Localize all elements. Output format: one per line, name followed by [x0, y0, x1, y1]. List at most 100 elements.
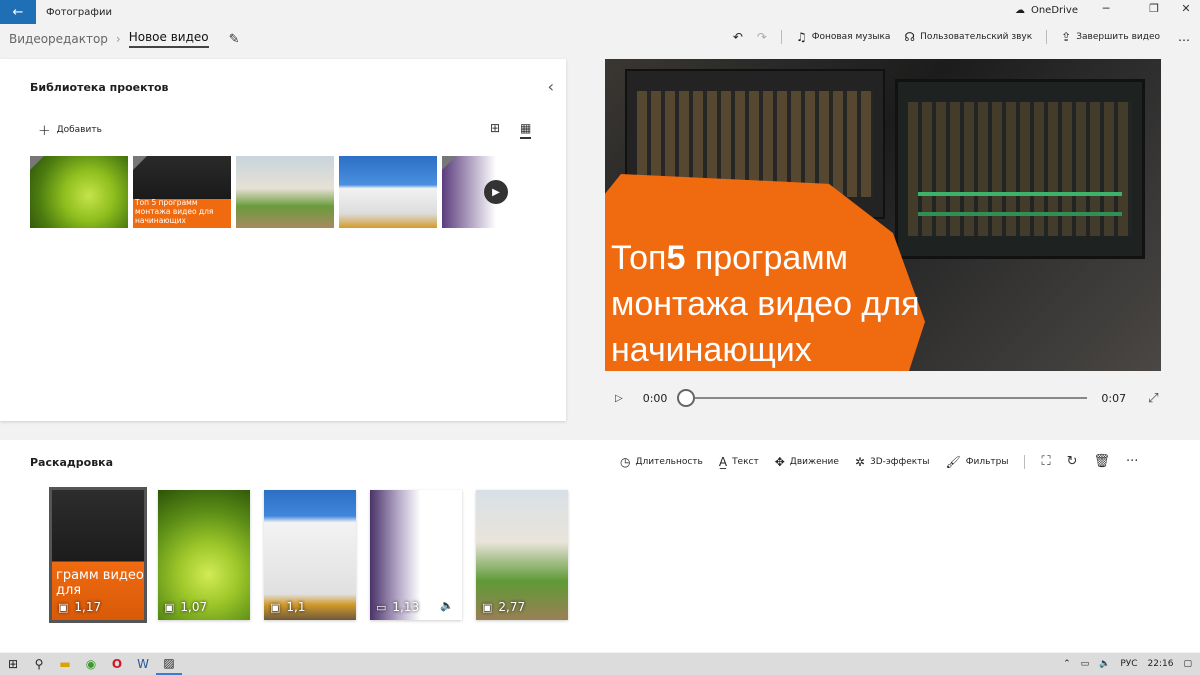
storyboard-clip[interactable]: ▣ 1,1 [264, 490, 356, 620]
breadcrumb-root[interactable]: Видеоредактор [9, 32, 108, 46]
torrent-client-icon[interactable]: ◉ [78, 653, 104, 675]
current-time: 0:00 [642, 391, 668, 405]
project-library-panel: Библиотека проектов ‹ + Добавить ⊞ ▦ Топ… [0, 59, 566, 421]
app-title: Фотографии [46, 6, 112, 18]
delete-icon[interactable]: 🗑 [1094, 454, 1111, 469]
minimize-icon[interactable]: ─ [1096, 2, 1116, 15]
back-button[interactable]: ← [0, 0, 36, 24]
clip-duration: ▣ 1,17 [58, 600, 101, 614]
large-grid-view-icon[interactable]: ⊞ [490, 121, 500, 135]
storyboard-title: Раскадровка [30, 456, 114, 469]
more-options-icon[interactable]: … [1178, 30, 1190, 44]
preview-title-text: Топ5 программ монтажа видео для начинающ… [611, 235, 920, 371]
motion-button[interactable]: ✥ Движение [775, 455, 839, 469]
small-grid-view-icon[interactable]: ▦ [520, 121, 532, 139]
player-controls: ▷ 0:00 0:07 ⤢ [605, 384, 1161, 412]
used-marker [442, 156, 456, 170]
divider [1024, 454, 1026, 469]
finish-video-button[interactable]: ⇪ Завершить видео [1061, 30, 1160, 44]
chevron-up-icon[interactable]: ⌃ [1063, 659, 1071, 669]
3d-effects-button[interactable]: ✲ 3D-эффекты [855, 455, 930, 469]
share-icon: ⇪ [1061, 30, 1072, 44]
chevron-right-icon: › [115, 32, 121, 46]
library-item[interactable]: Топ 5 программ монтажа видео для начинаю… [133, 156, 231, 228]
plus-icon: + [38, 121, 51, 139]
brush-icon: 🖌 [945, 454, 961, 469]
video-preview[interactable]: Топ5 программ монтажа видео для начинающ… [605, 59, 1161, 371]
library-item-caption: Топ 5 программ монтажа видео для начинаю… [135, 198, 214, 225]
library-item[interactable]: ▶ [442, 156, 550, 228]
custom-audio-label: Пользовательский звук [920, 32, 1033, 42]
clip-duration-value: 1,07 [180, 600, 208, 614]
storyboard-clip[interactable]: ▣ 1,07 [158, 490, 250, 620]
clock[interactable]: 22:16 [1148, 659, 1174, 669]
more-options-icon[interactable]: ··· [1126, 454, 1138, 469]
total-time: 0:07 [1101, 391, 1127, 405]
cloud-icon: ☁ [1014, 5, 1025, 16]
volume-icon[interactable]: 🔈 [1099, 659, 1110, 669]
play-icon: ▶ [484, 180, 508, 204]
play-icon[interactable]: ▷ [615, 393, 623, 404]
breadcrumb-current: Новое видео [128, 30, 209, 48]
library-title: Библиотека проектов [30, 81, 169, 94]
clip-duration-value: 1,13 [392, 600, 420, 614]
speaker-icon: 🔈 [440, 599, 454, 612]
text-icon: A̲ [718, 454, 728, 469]
seek-bar[interactable] [677, 389, 1088, 407]
undo-icon[interactable]: ↶ [733, 30, 743, 44]
duration-label: Длительность [635, 456, 703, 467]
text-button[interactable]: A̲ Текст [719, 455, 759, 469]
onedrive-status[interactable]: ☁ OneDrive [1015, 5, 1078, 16]
collapse-chevron-icon[interactable]: ‹ [548, 77, 554, 96]
maximize-icon[interactable]: ❐ [1144, 2, 1164, 15]
decor [918, 192, 1122, 196]
redo-icon[interactable]: ↷ [757, 30, 767, 44]
filters-button[interactable]: 🖌 Фильтры [946, 455, 1009, 469]
clip-duration-value: 1,17 [74, 600, 102, 614]
photos-app-icon[interactable]: ▨ [156, 653, 182, 675]
finish-video-label: Завершить видео [1076, 32, 1160, 42]
storyboard-clip[interactable]: ▭ 1,13 🔈 [370, 490, 462, 620]
close-icon[interactable]: ✕ [1176, 2, 1196, 15]
monitor-right [895, 79, 1145, 259]
background-music-button[interactable]: ♫ Фоновая музыка [796, 30, 890, 44]
storyboard-clip[interactable]: ▣ 2,77 [476, 490, 568, 620]
crop-resize-icon[interactable]: ⛶ [1041, 454, 1050, 469]
title-word: Топ [611, 239, 667, 277]
used-marker [30, 156, 44, 170]
library-item[interactable] [236, 156, 334, 228]
clip-duration: ▭ 1,13 [376, 600, 419, 614]
rename-pencil-icon[interactable]: ✎ [229, 32, 240, 47]
custom-audio-button[interactable]: ☊ Пользовательский звук [904, 30, 1032, 44]
fullscreen-icon[interactable]: ⤢ [1148, 391, 1158, 406]
clip-duration: ▣ 2,77 [482, 600, 525, 614]
library-item[interactable] [30, 156, 128, 228]
library-item[interactable] [339, 156, 437, 228]
storyboard-clip[interactable]: грамм видео для ▣ 1,17 [49, 487, 147, 623]
windows-start-icon[interactable]: ⊞ [0, 653, 26, 675]
rotate-icon[interactable]: ↻ [1067, 454, 1078, 469]
word-icon[interactable]: W [130, 653, 156, 675]
divider [1046, 30, 1048, 44]
language-indicator[interactable]: РУС [1120, 659, 1137, 669]
library-thumbnails: Топ 5 программ монтажа видео для начинаю… [30, 156, 550, 228]
title-line-2: монтажа видео для [611, 285, 920, 323]
filters-label: Фильтры [965, 456, 1009, 467]
network-icon[interactable]: ▭ [1081, 659, 1090, 669]
opera-browser-icon[interactable]: O [104, 653, 130, 675]
image-icon: ▣ [482, 600, 493, 614]
seek-handle[interactable] [677, 389, 696, 407]
add-button[interactable]: + Добавить [38, 121, 102, 139]
clip-caption: грамм видео для [56, 568, 144, 598]
background-music-label: Фоновая музыка [811, 32, 891, 42]
music-note-icon: ♫ [795, 30, 807, 44]
clip-duration-value: 2,77 [498, 600, 526, 614]
file-explorer-icon[interactable]: ▬ [52, 653, 78, 675]
clip-duration-value: 1,1 [286, 600, 306, 614]
search-icon[interactable]: ⚲ [26, 653, 52, 675]
system-tray: ⌃ ▭ 🔈 РУС 22:16 ▢ [1063, 653, 1192, 675]
image-icon: ▣ [164, 600, 175, 614]
duration-button[interactable]: ◷ Длительность [620, 455, 703, 469]
storyboard-toolbar: ◷ Длительность A̲ Текст ✥ Движение ✲ 3D-эффе… [620, 454, 1138, 469]
notifications-icon[interactable]: ▢ [1183, 659, 1192, 669]
